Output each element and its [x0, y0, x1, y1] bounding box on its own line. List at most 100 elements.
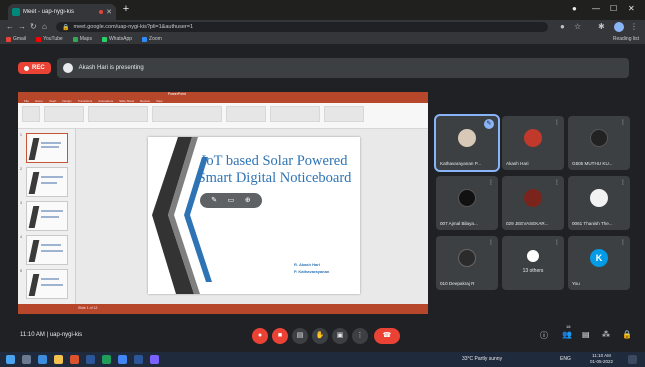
meeting-info-icon[interactable]: ⓘ: [540, 330, 548, 341]
meet-favicon-icon: [12, 8, 20, 16]
participant-tile[interactable]: ⋮ Akash Hari: [502, 116, 564, 170]
edge-icon[interactable]: [134, 355, 143, 364]
self-tile[interactable]: ⋮ K You: [568, 236, 630, 290]
mic-off-icon[interactable]: ●: [252, 328, 268, 344]
participant-tile[interactable]: ⋮ G505 MUTHU KU...: [568, 116, 630, 170]
language-indicator[interactable]: ENG: [560, 356, 571, 362]
maximize-icon[interactable]: ☐: [610, 4, 617, 13]
participant-name: 029 JEEVASEKAR...: [506, 221, 549, 226]
task-view-icon[interactable]: [38, 355, 47, 364]
shared-screen: PowerPoint File Home Insert Design Trans…: [18, 92, 428, 314]
meeting-time-code: 11:10 AM | uap-nygi-kis: [20, 332, 83, 338]
activities-icon[interactable]: ⁂: [602, 330, 610, 339]
participant-tile[interactable]: ✎ Kathavarayanan P...: [434, 114, 500, 172]
more-options-icon[interactable]: ⋮: [352, 328, 368, 344]
leave-call-button[interactable]: ☎: [374, 328, 400, 344]
participant-tile[interactable]: ⋮ 010 Deepakraj R: [436, 236, 498, 290]
captions-icon[interactable]: ▤: [292, 328, 308, 344]
word-icon[interactable]: [86, 355, 95, 364]
more-options-icon[interactable]: ⋮: [554, 119, 560, 126]
weather-widget[interactable]: 33°C Partly sunny: [462, 356, 502, 362]
browser-tab[interactable]: Meet - uap-nygi-kis ✕: [8, 4, 116, 20]
bookmark-item[interactable]: Zoom: [142, 36, 162, 42]
extensions-icon[interactable]: ✱: [598, 22, 605, 32]
taskbar-clock[interactable]: 11:10 AM 01-05-2022: [590, 353, 613, 365]
chrome-profile-icon[interactable]: ●: [572, 4, 577, 13]
participant-avatar: [458, 129, 476, 147]
ribbon-group: [270, 106, 320, 122]
camera-icon[interactable]: ●: [560, 22, 565, 32]
raise-hand-icon[interactable]: ✋: [312, 328, 328, 344]
youtube-icon: [36, 36, 42, 42]
star-icon[interactable]: ☆: [574, 22, 581, 32]
more-options-icon[interactable]: ⋮: [620, 239, 626, 246]
tab-close-icon[interactable]: ✕: [106, 8, 112, 16]
ppt-ribbon: [18, 103, 428, 129]
slides-icon[interactable]: ▭: [228, 197, 235, 205]
reading-list[interactable]: Reading list: [613, 36, 639, 42]
chat-icon[interactable]: ▤: [582, 330, 590, 339]
pin-icon[interactable]: ✎: [484, 119, 494, 129]
more-menu-icon[interactable]: ⋮: [630, 22, 638, 32]
chrome-icon[interactable]: [118, 355, 127, 364]
presenting-banner: Akash Hari is presenting: [56, 58, 629, 78]
participant-avatar: [590, 129, 608, 147]
file-explorer-icon[interactable]: [54, 355, 63, 364]
back-icon[interactable]: ←: [6, 22, 14, 32]
minimize-icon[interactable]: —: [592, 4, 600, 13]
start-icon[interactable]: [6, 355, 15, 364]
windows-taskbar: 33°C Partly sunny ENG 11:10 AM 01-05-202…: [0, 352, 645, 367]
participant-name: 007 Ajmal Bilaya...: [440, 221, 478, 226]
slide-thumbnail: [26, 201, 68, 231]
more-options-icon[interactable]: ⋮: [620, 179, 626, 186]
notifications-icon[interactable]: [628, 355, 637, 364]
profile-avatar[interactable]: [614, 22, 624, 32]
host-controls-icon[interactable]: 🔒: [622, 330, 632, 339]
more-options-icon[interactable]: ⋮: [488, 179, 494, 186]
others-count: 13 others: [522, 268, 544, 274]
url-field[interactable]: 🔒 meet.google.com/uap-nygi-kis?pli=1&aut…: [56, 22, 548, 32]
more-options-icon[interactable]: ⋮: [554, 179, 560, 186]
bookmark-item[interactable]: Gmail: [6, 36, 26, 42]
presenting-text: Akash Hari is presenting: [78, 65, 144, 71]
maps-icon: [72, 36, 78, 42]
url-text: meet.google.com/uap-nygi-kis?pli=1&authu…: [73, 24, 194, 30]
participant-name: Akash Hari: [506, 161, 529, 166]
bookmark-item[interactable]: WhatsApp: [101, 36, 132, 42]
ribbon-group: [152, 106, 222, 122]
home-icon[interactable]: ⌂: [42, 22, 47, 32]
meet-control-bar: 11:10 AM | uap-nygi-kis ● ■ ▤ ✋ ▣ ⋮ ☎ ⓘ …: [0, 320, 645, 352]
more-options-icon[interactable]: ⋮: [488, 239, 494, 246]
participant-tile[interactable]: ⋮ 029 JEEVASEKAR...: [502, 176, 564, 230]
reload-icon[interactable]: ↻: [30, 22, 37, 32]
bookmark-item[interactable]: Maps: [72, 36, 92, 42]
ribbon-group: [226, 106, 266, 122]
lock-icon: 🔒: [62, 24, 70, 31]
slide-thumbnail: [26, 133, 68, 163]
slide-authors: R. Akash Hari P. Kathavarayanan: [294, 262, 330, 274]
more-options-icon[interactable]: ⋮: [554, 239, 560, 246]
store-icon[interactable]: [150, 355, 159, 364]
more-options-icon[interactable]: ⋮: [620, 119, 626, 126]
excel-icon[interactable]: [102, 355, 111, 364]
new-tab-button[interactable]: +: [120, 4, 132, 16]
participant-tile[interactable]: ⋮ 0061 Thanish The...: [568, 176, 630, 230]
app-icon[interactable]: [70, 355, 79, 364]
record-icon: [24, 65, 29, 71]
pointer-icon[interactable]: ✎: [211, 197, 217, 205]
present-screen-icon[interactable]: ▣: [332, 328, 348, 344]
participant-name: Kathavarayanan P...: [440, 161, 482, 166]
participant-tile[interactable]: ⋮ 007 Ajmal Bilaya...: [436, 176, 498, 230]
meet-area: REC Akash Hari is presenting PowerPoint …: [0, 44, 645, 352]
camera-off-icon[interactable]: ■: [272, 328, 288, 344]
search-icon[interactable]: [22, 355, 31, 364]
zoom-icon[interactable]: ⊕: [245, 197, 251, 205]
forward-icon[interactable]: →: [18, 22, 26, 32]
self-avatar: K: [590, 249, 608, 267]
slide-editor-area: IoT based Solar Powered Smart Digital No…: [76, 129, 428, 304]
close-window-icon[interactable]: ✕: [628, 4, 635, 13]
others-tile[interactable]: ⋮ 13 others: [502, 236, 564, 290]
whatsapp-icon: [101, 36, 107, 42]
bookmark-item[interactable]: YouTube: [36, 36, 63, 42]
people-icon[interactable]: 👥: [562, 330, 572, 339]
